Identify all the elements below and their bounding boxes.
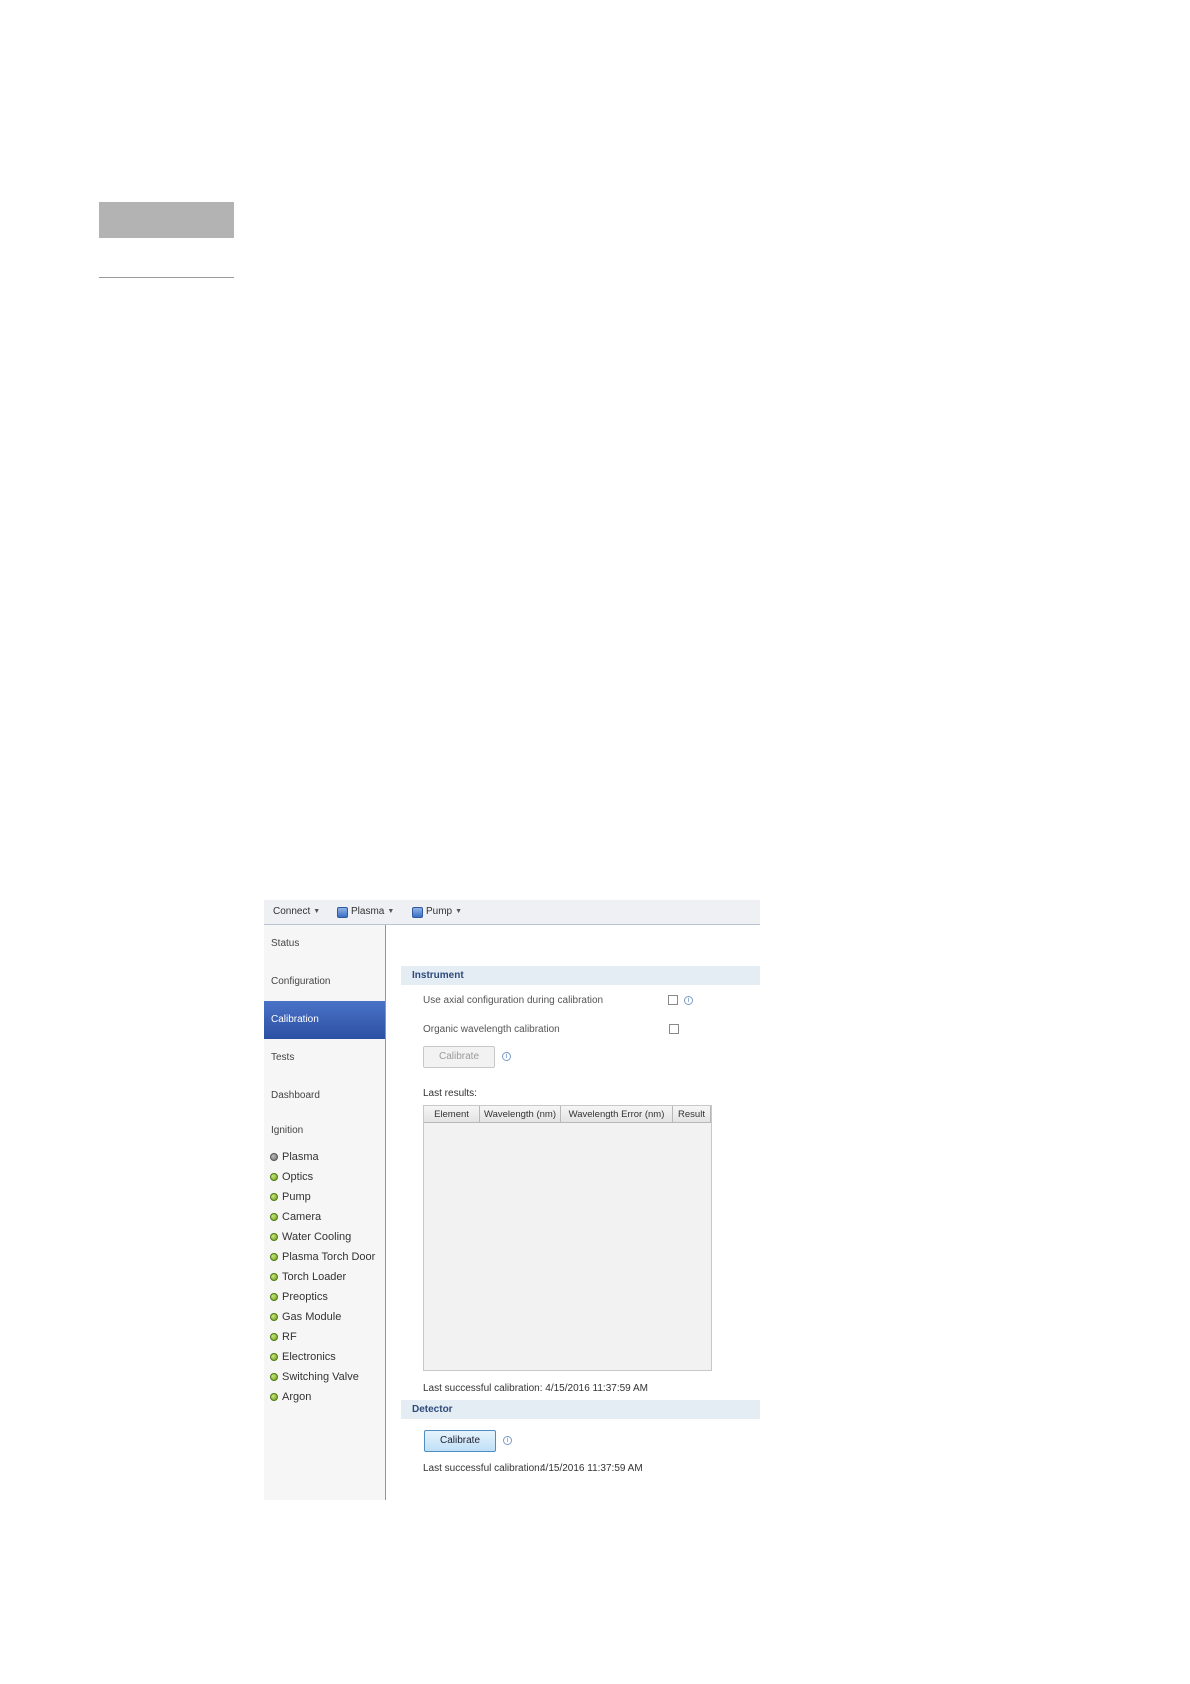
instrument-section-header: Instrument — [401, 966, 760, 985]
status-dot-icon — [270, 1393, 278, 1401]
status-item-preoptics: Preoptics — [270, 1287, 375, 1307]
status-dot-icon — [270, 1233, 278, 1241]
status-dot-icon — [270, 1173, 278, 1181]
info-icon[interactable]: i — [502, 1052, 511, 1061]
status-dot-icon — [270, 1273, 278, 1281]
connect-label: Connect — [273, 906, 311, 917]
table-header-row: Element Wavelength (nm) Wavelength Error… — [424, 1106, 711, 1123]
sidebar-item-calibration[interactable]: Calibration — [264, 1001, 385, 1039]
column-header-wavelength[interactable]: Wavelength (nm) — [480, 1106, 561, 1123]
detector-last-success-value: 4/15/2016 11:37:59 AM — [540, 1463, 643, 1474]
header-rule — [99, 277, 234, 278]
chevron-down-icon: ▼ — [455, 908, 463, 915]
pump-menu[interactable]: Pump ▼ — [412, 905, 462, 919]
detector-calibrate-button[interactable]: Calibrate — [424, 1430, 496, 1452]
plasma-label: Plasma — [351, 906, 385, 917]
toolbar: Connect ▼ Plasma ▼ Pump ▼ — [264, 900, 760, 925]
axial-option-label: Use axial configuration during calibrati… — [423, 995, 604, 1006]
last-results-table: Element Wavelength (nm) Wavelength Error… — [423, 1105, 712, 1371]
sidebar-item-tests[interactable]: Tests — [264, 1039, 385, 1077]
detector-last-success-label: Last successful calibration: — [423, 1463, 543, 1474]
column-header-element[interactable]: Element — [424, 1106, 480, 1123]
instrument-calibrate-button[interactable]: Calibrate — [423, 1046, 495, 1068]
status-item-optics: Optics — [270, 1167, 375, 1187]
status-item-plasma-torch-door: Plasma Torch Door — [270, 1247, 375, 1267]
chevron-down-icon: ▼ — [313, 908, 321, 915]
status-dot-icon — [270, 1213, 278, 1221]
status-item-switching-valve: Switching Valve — [270, 1367, 375, 1387]
status-item-camera: Camera — [270, 1207, 375, 1227]
pump-icon — [412, 906, 423, 918]
status-dot-icon — [270, 1353, 278, 1361]
status-item-rf: RF — [270, 1327, 375, 1347]
instrument-last-success: Last successful calibration: 4/15/2016 1… — [423, 1383, 648, 1394]
axial-option-checkbox[interactable] — [668, 995, 678, 1005]
sidebar-item-configuration[interactable]: Configuration — [264, 963, 385, 1001]
status-dot-icon — [270, 1373, 278, 1381]
pump-label: Pump — [426, 906, 453, 917]
last-results-label: Last results: — [423, 1088, 477, 1099]
organic-option-checkbox[interactable] — [669, 1024, 679, 1034]
status-item-torch-loader: Torch Loader — [270, 1267, 375, 1287]
software-screenshot: Connect ▼ Plasma ▼ Pump ▼ Status Configu… — [264, 900, 760, 1500]
status-item-plasma: Plasma — [270, 1147, 375, 1167]
column-header-result[interactable]: Result — [673, 1106, 711, 1123]
status-item-water-cooling: Water Cooling — [270, 1227, 375, 1247]
status-item-gas-module: Gas Module — [270, 1307, 375, 1327]
status-dot-icon — [270, 1333, 278, 1341]
status-dot-icon — [270, 1253, 278, 1261]
info-icon[interactable]: i — [684, 996, 693, 1005]
sidebar-item-label: Status — [271, 938, 300, 949]
plasma-icon — [337, 906, 348, 918]
sidebar-item-dashboard[interactable]: Dashboard — [264, 1077, 385, 1115]
sidebar-item-label: Dashboard — [271, 1090, 320, 1101]
detector-section-header: Detector — [401, 1400, 760, 1419]
sidebar-item-label: Tests — [271, 1052, 295, 1063]
ignition-title: Ignition — [271, 1125, 304, 1136]
status-dot-icon — [270, 1193, 278, 1201]
status-dot-icon — [270, 1153, 278, 1161]
gray-header-tab — [99, 202, 234, 238]
status-dot-icon — [270, 1293, 278, 1301]
sidebar-item-label: Configuration — [271, 976, 331, 987]
sidebar-item-label: Calibration — [271, 1014, 319, 1025]
organic-option-label: Organic wavelength calibration — [423, 1024, 560, 1035]
status-item-electronics: Electronics — [270, 1347, 375, 1367]
status-dot-icon — [270, 1313, 278, 1321]
ignition-status-list: Plasma Optics Pump Camera Water Cooling … — [270, 1147, 375, 1407]
plasma-menu[interactable]: Plasma ▼ — [337, 905, 394, 919]
info-icon[interactable]: i — [503, 1436, 512, 1445]
status-item-pump: Pump — [270, 1187, 375, 1207]
chevron-down-icon: ▼ — [387, 908, 395, 915]
calibration-panel: Instrument Use axial configuration durin… — [387, 925, 760, 1500]
connect-menu[interactable]: Connect ▼ — [273, 905, 320, 919]
status-item-argon: Argon — [270, 1387, 375, 1407]
sidebar-item-status[interactable]: Status — [264, 925, 385, 963]
column-header-wavelength-error[interactable]: Wavelength Error (nm) — [561, 1106, 673, 1123]
sidebar: Status Configuration Calibration Tests D… — [264, 925, 386, 1500]
